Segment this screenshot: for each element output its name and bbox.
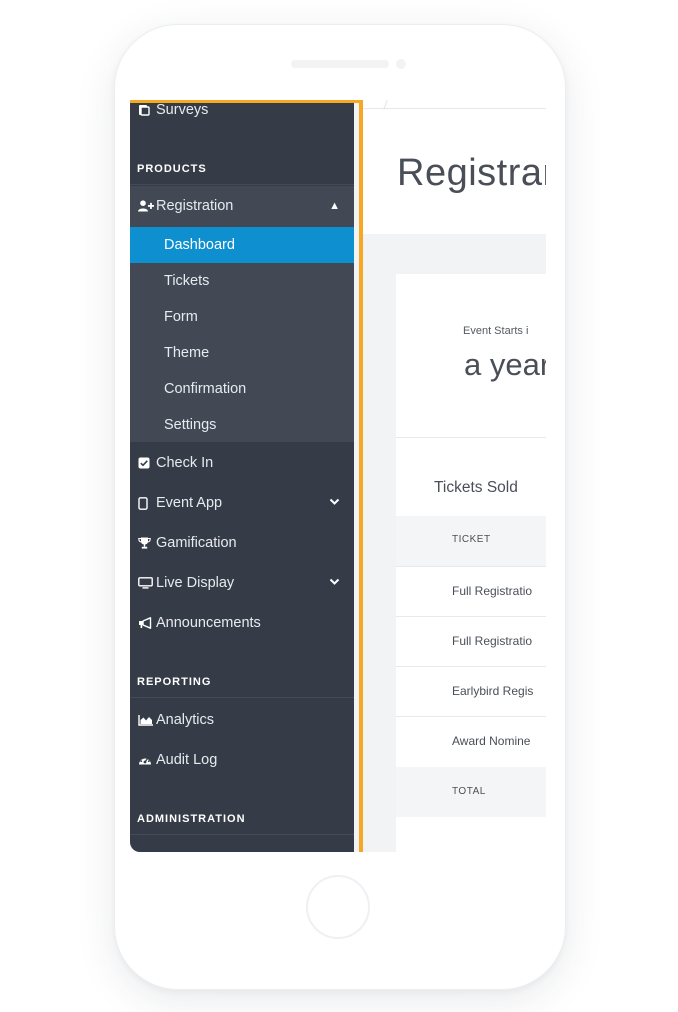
divider <box>130 184 354 185</box>
page-title: Registrar <box>397 152 546 194</box>
sidebar-subitem-confirmation[interactable]: Confirmation <box>130 371 354 407</box>
table-row[interactable]: Earlybird Regis <box>452 684 533 698</box>
sidebar-item-registration[interactable]: Registration ▲ <box>130 188 354 224</box>
megaphone-icon <box>130 617 156 629</box>
column-header-ticket: TICKET <box>452 534 491 545</box>
sidebar-item-label: Check In <box>156 455 214 471</box>
sidebar-item-surveys[interactable]: Surveys <box>130 100 354 128</box>
survey-icon <box>130 104 156 116</box>
phone-home-button <box>306 875 370 939</box>
sidebar-item-label: Gamification <box>156 535 237 551</box>
divider <box>130 834 354 835</box>
sidebar-item-announcements[interactable]: Announcements <box>130 605 354 641</box>
check-square-icon <box>130 457 156 469</box>
sidebar-subitem-theme[interactable]: Theme <box>130 335 354 371</box>
row-divider <box>396 666 546 667</box>
divider <box>130 697 354 698</box>
chevron-down-icon[interactable] <box>329 577 340 589</box>
sidebar-item-label: Registration <box>156 198 234 214</box>
sidebar-item-label: Audit Log <box>156 752 218 768</box>
sidebar-item-gamification[interactable]: Gamification <box>130 525 354 561</box>
monitor-icon <box>130 577 156 589</box>
area-chart-icon <box>130 714 156 726</box>
table-row[interactable]: Full Registratio <box>452 634 532 648</box>
countdown-value: a year <box>464 347 546 382</box>
sidebar: Surveys PRODUCTS Registration ▲ Dashboar… <box>130 100 354 852</box>
section-title-products: PRODUCTS <box>137 163 207 175</box>
sidebar-item-label: Surveys <box>156 102 209 118</box>
phone-speaker <box>291 60 389 68</box>
sidebar-item-partial[interactable] <box>130 838 354 852</box>
sidebar-item-check-in[interactable]: Check In <box>130 445 354 481</box>
phone-camera <box>396 59 406 69</box>
countdown-label: Event Starts i <box>463 325 529 337</box>
row-divider <box>396 616 546 617</box>
table-row[interactable]: Full Registratio <box>452 584 532 598</box>
row-divider <box>396 716 546 717</box>
sidebar-subitem-form[interactable]: Form <box>130 299 354 335</box>
chevron-up-icon[interactable]: ▲ <box>329 200 340 212</box>
sidebar-item-label: Analytics <box>156 712 215 728</box>
row-divider <box>396 566 546 567</box>
section-title-administration: ADMINISTRATION <box>137 813 246 825</box>
sidebar-subitem-settings[interactable]: Settings <box>130 407 354 443</box>
gear-icon <box>130 850 156 852</box>
sidebar-item-label: Announcements <box>156 615 261 631</box>
sidebar-item-label: Event App <box>156 495 223 511</box>
chevron-down-icon[interactable] <box>329 497 340 509</box>
phone-screen: Surveys PRODUCTS Registration ▲ Dashboar… <box>130 100 546 852</box>
user-plus-icon <box>130 200 156 212</box>
trophy-icon <box>130 537 156 549</box>
section-title-reporting: REPORTING <box>137 676 212 688</box>
sidebar-subitem-tickets[interactable]: Tickets <box>130 263 354 299</box>
sidebar-item-event-app[interactable]: Event App <box>130 485 354 521</box>
tickets-sold-title: Tickets Sold <box>434 479 518 496</box>
sidebar-item-live-display[interactable]: Live Display <box>130 565 354 601</box>
divider <box>396 437 546 438</box>
sidebar-item-analytics[interactable]: Analytics <box>130 702 354 738</box>
sidebar-item-audit-log[interactable]: Audit Log <box>130 742 354 778</box>
table-total-label: TOTAL <box>452 786 486 797</box>
phone-icon <box>130 496 156 510</box>
sidebar-item-label: Live Display <box>156 575 235 591</box>
page-header: Registrar <box>363 100 546 234</box>
dashboard-icon <box>130 754 156 766</box>
sidebar-subitem-dashboard[interactable]: Dashboard <box>130 227 354 263</box>
divider <box>363 108 546 109</box>
table-row[interactable]: Award Nomine <box>452 734 530 748</box>
